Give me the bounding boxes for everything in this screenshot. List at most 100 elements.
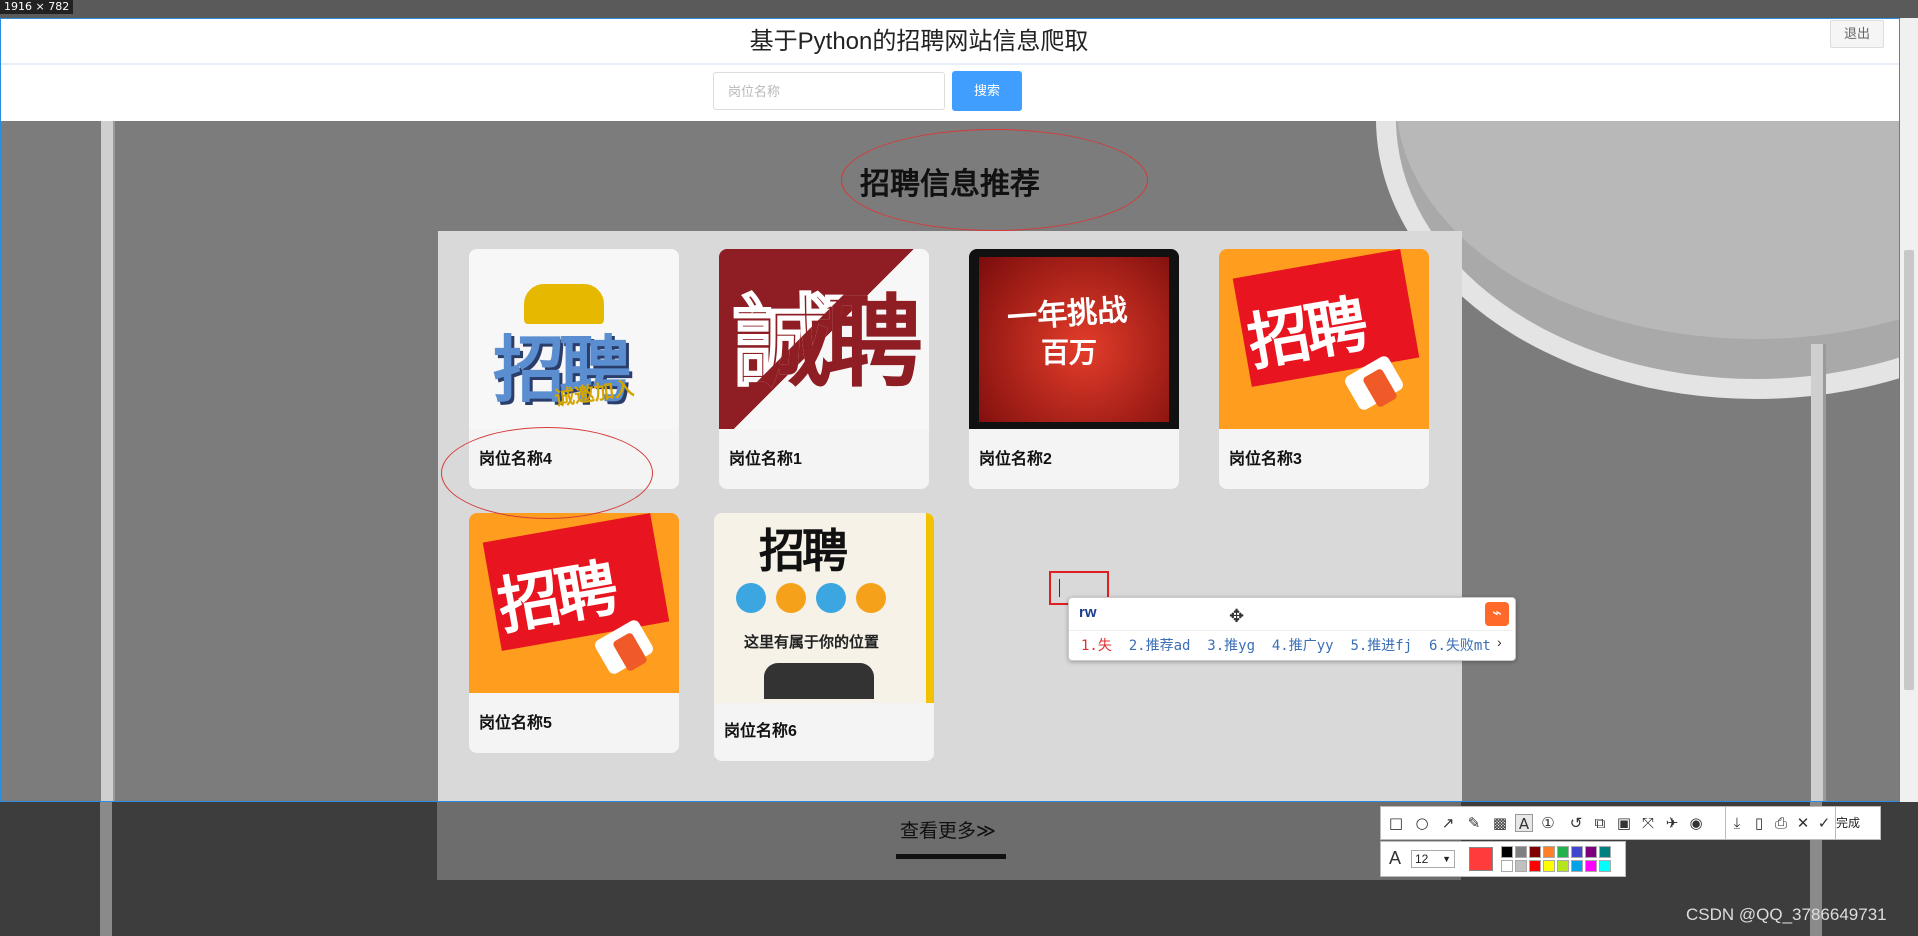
ime-candidate[interactable]: 2.推荐ad [1129,638,1191,654]
font-size-value: 12 [1415,852,1429,866]
job-card[interactable]: 一年挑战 百万 岗位名称2 [969,249,1179,489]
bookmark-icon[interactable]: ⎙ [1772,814,1790,832]
color-swatch[interactable] [1515,846,1527,858]
capture-dimensions-label: 1916 × 782 [0,0,74,14]
bubble-icon [856,583,886,613]
job-poster: 一年挑战 百万 [969,249,1179,429]
color-swatch[interactable] [1571,846,1583,858]
job-poster: 招聘 [1219,249,1429,429]
scroll-icon[interactable]: ⤧ [1639,814,1657,832]
job-card[interactable]: 誠聘 誠聘 岗位名称1 [719,249,929,489]
header-divider [1,63,1899,65]
page-scrollbar-thumb[interactable] [1904,250,1914,690]
pencil-icon[interactable]: ✎ [1465,814,1483,832]
bg-pillar-right-shadow [1823,344,1826,801]
ime-candidate[interactable]: 5.推进fj [1350,638,1412,654]
annotation-ellipse [841,129,1148,231]
poster-subtext: 百万 [1041,336,1098,369]
bubble-icon [736,583,766,613]
color-swatch[interactable] [1529,846,1541,858]
number-icon[interactable]: ① [1539,814,1557,832]
bubble-icon [816,583,846,613]
search-input[interactable] [713,72,945,110]
ocr-icon[interactable]: ⧉ [1591,814,1609,832]
watermark: CSDN @QQ_3786649731 [1686,905,1887,924]
current-color-swatch[interactable] [1469,847,1493,871]
ime-candidate-window[interactable]: rw ✥ ⌁ 1.失 2.推荐ad 3.推yg 4.推广yy 5.推进fj 6.… [1068,597,1516,661]
done-icon[interactable]: ✓ [1814,814,1834,832]
done-button[interactable]: 完成 [1836,806,1881,840]
ime-candidate[interactable]: 3.推yg [1207,638,1255,654]
color-palette [1501,846,1621,874]
bg-pillar-shadow [113,121,115,801]
color-swatch[interactable] [1571,860,1583,872]
view-more-underline [896,854,1006,859]
close-icon[interactable]: ✕ [1794,814,1812,832]
browser-page: 基于Python的招聘网站信息爬取 退出 搜索 招聘信息推荐 招聘 诚邀加入 岗… [0,18,1900,802]
capture-toolbar: □ ○ ↗ ✎ ▩ A ① ↺ ⧉ ▣ ⤧ ✈ ◉ [1380,806,1726,840]
bg-pillar-right [1811,344,1823,801]
font-icon: A [1389,848,1402,868]
capture-toolbar-end: ⤓ ▯ ⎙ ✕ ✓ [1726,806,1836,840]
color-swatch[interactable] [1599,860,1611,872]
ime-composition: rw [1079,604,1097,621]
view-more-link[interactable]: 查看更多≫ [900,816,996,843]
job-poster: 招聘 诚邀加入 [469,249,679,429]
color-swatch[interactable] [1557,860,1569,872]
job-title: 岗位名称3 [1229,451,1302,468]
color-swatch[interactable] [1585,860,1597,872]
poster-text: 一年挑战 [1006,292,1129,337]
translate-icon[interactable]: ✈ [1663,814,1681,832]
job-title: 岗位名称2 [979,451,1052,468]
search-button[interactable]: 搜索 [952,71,1022,111]
phone-icon[interactable]: ▯ [1750,814,1768,832]
record-icon[interactable]: ◉ [1687,814,1705,832]
people-silhouette [764,663,874,699]
bubble-icon [776,583,806,613]
color-swatch[interactable] [1543,860,1555,872]
color-swatch[interactable] [1557,846,1569,858]
ime-divider [1069,630,1513,631]
poster-subtext: 这里有属于你的位置 [744,633,880,651]
ime-candidate[interactable]: 4.推广yy [1272,638,1334,654]
job-title: 岗位名称1 [729,451,802,468]
move-icon[interactable]: ✥ [1229,606,1244,627]
arrow-icon[interactable]: ↗ [1439,814,1457,832]
job-poster: 招聘 [469,513,679,693]
chevron-right-icon[interactable]: › [1497,634,1502,650]
job-card[interactable]: 招聘 岗位名称3 [1219,249,1429,489]
ime-candidates: 1.失 2.推荐ad 3.推yg 4.推广yy 5.推进fj 6.失败mt [1081,635,1491,655]
color-swatch[interactable] [1501,860,1513,872]
color-swatch[interactable] [1529,860,1541,872]
capture-top-strip [0,0,1918,18]
color-swatch[interactable] [1585,846,1597,858]
font-size-select[interactable]: 12 ▼ [1411,850,1455,868]
logout-button[interactable]: 退出 [1830,20,1884,48]
mosaic-icon[interactable]: ▩ [1491,814,1509,832]
job-card[interactable]: 招聘 岗位名称5 [469,513,679,753]
bg-pillar-left-dimmed [100,802,112,936]
pin-icon[interactable]: ▣ [1615,814,1633,832]
rect-icon[interactable]: □ [1387,814,1405,832]
color-swatch[interactable] [1599,846,1611,858]
page-title: 基于Python的招聘网站信息爬取 [749,28,1089,55]
color-swatch[interactable] [1501,846,1513,858]
color-swatch[interactable] [1543,846,1555,858]
job-poster: 誠聘 誠聘 [719,249,929,429]
job-card[interactable]: 招聘 这里有属于你的位置 岗位名称6 [714,513,934,761]
color-swatch[interactable] [1515,860,1527,872]
ime-logo-icon: ⌁ [1485,602,1509,626]
job-title: 岗位名称5 [479,715,552,732]
ime-candidate[interactable]: 1.失 [1081,638,1112,654]
text-icon[interactable]: A [1515,814,1533,833]
bg-pillar-left [101,121,113,801]
undo-icon[interactable]: ↺ [1567,814,1585,832]
chevron-down-icon: ▼ [1442,854,1451,864]
recommend-panel: 招聘 诚邀加入 岗位名称4 誠聘 誠聘 岗位名称1 一年挑战 百万 岗位名称2 [438,231,1462,801]
poster-text: 招聘 [759,524,848,578]
job-title: 岗位名称6 [724,723,797,740]
ime-candidate[interactable]: 6.失败mt [1429,638,1491,654]
text-caret [1059,579,1060,597]
circle-icon[interactable]: ○ [1413,814,1431,832]
save-icon[interactable]: ⤓ [1728,814,1746,832]
